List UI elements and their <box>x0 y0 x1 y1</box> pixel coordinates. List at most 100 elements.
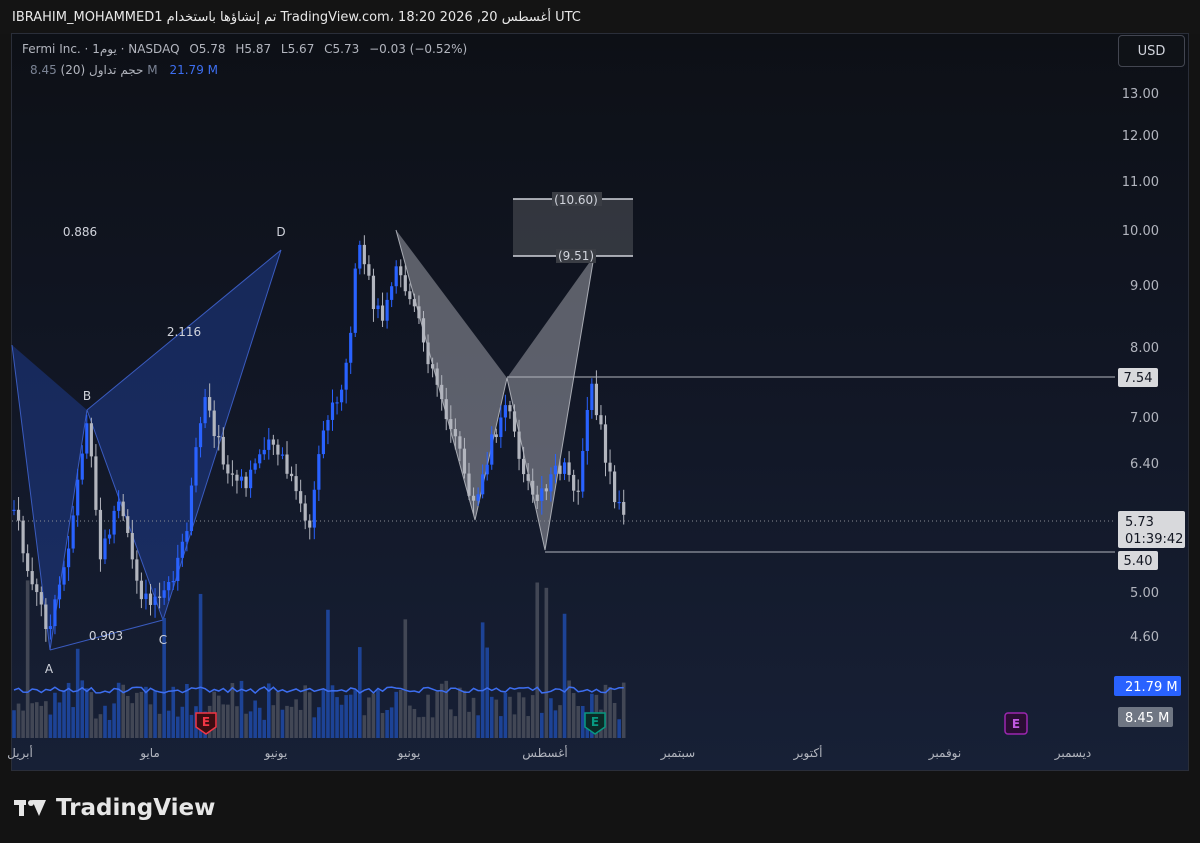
candle-body <box>212 410 216 437</box>
volume-bar <box>312 717 317 738</box>
candle-body <box>67 548 71 568</box>
volume-bar <box>94 718 98 738</box>
candle-body <box>226 464 230 474</box>
volume-indicator-label[interactable]: حجم تداول (20) <box>61 63 144 77</box>
candle-body <box>258 454 262 464</box>
candle-body <box>613 471 617 503</box>
candle-body <box>444 399 448 420</box>
candle-body <box>208 397 212 411</box>
candle-body <box>344 362 348 390</box>
volume-bar <box>285 705 289 738</box>
volume-bar <box>330 685 335 738</box>
volume-bar <box>380 712 385 738</box>
volume-bar <box>480 622 485 738</box>
candle-body <box>622 501 626 515</box>
volume-bar <box>21 710 25 738</box>
candle-body <box>590 383 594 410</box>
volume-bar <box>576 706 580 738</box>
close-value: C5.73 <box>324 42 360 56</box>
candle-body <box>12 509 16 511</box>
candle-body <box>285 454 289 474</box>
volume-bar <box>367 697 371 738</box>
ratio-label-2: 2.116 <box>167 325 201 339</box>
volume-bar <box>39 705 44 738</box>
candle-body <box>185 531 189 542</box>
candle-body <box>617 501 621 504</box>
candle-body <box>603 424 608 463</box>
candle-body <box>321 430 325 455</box>
symbol-legend[interactable]: Fermi Inc. · 1يوم · NASDAQ O5.78 H5.87 L… <box>22 42 467 56</box>
volume-bar <box>408 705 412 738</box>
candle-body <box>135 559 139 581</box>
volume-bar <box>540 712 544 738</box>
chart-canvas[interactable]: A B C D 0.886 2.116 0.903 (10.60) (9.51)… <box>0 0 1200 843</box>
candle-body <box>481 474 485 495</box>
time-label: أكتوبر <box>793 745 823 761</box>
volume-bar <box>148 704 153 738</box>
volume-bar <box>612 702 617 738</box>
candle-body <box>16 509 21 521</box>
candle-body <box>98 509 103 560</box>
volume-bar <box>271 705 276 738</box>
volume-bar <box>253 700 257 738</box>
volume-legend[interactable]: حجم تداول (20) 8.45 M 21.79 M <box>22 63 218 77</box>
tradingview-brand: TradingView <box>14 793 215 823</box>
volume-bar <box>435 691 439 738</box>
candle-body <box>585 409 589 451</box>
candle-body <box>198 423 203 448</box>
price-tick: 12.00 <box>1122 129 1159 144</box>
candle-body <box>362 244 366 265</box>
candle-body <box>71 515 75 549</box>
candle-body <box>139 580 143 600</box>
candle-body <box>526 474 530 481</box>
volume-bar <box>549 698 553 738</box>
xabcd-pattern-gray[interactable] <box>395 229 595 551</box>
volume-bar <box>353 690 358 738</box>
earnings-marker-3[interactable]: E <box>1004 712 1028 735</box>
price-tick: 7.00 <box>1130 411 1159 426</box>
time-axis[interactable]: أبريل مايو يونيو يونيو أغسطس سبتمبر أكتو… <box>7 745 1091 761</box>
candle-body <box>421 318 426 343</box>
candle-body <box>203 397 207 424</box>
symbol-name[interactable]: Fermi Inc. · 1يوم · NASDAQ <box>22 42 180 56</box>
volume-bar <box>580 705 585 738</box>
low-value: L5.67 <box>280 42 315 56</box>
candle-body <box>217 436 221 438</box>
point-label-a: A <box>45 662 54 676</box>
xabcd-pattern-blue[interactable] <box>11 249 282 651</box>
volume-bar <box>558 705 562 738</box>
candle-body <box>435 368 439 385</box>
volume-bar <box>398 689 403 738</box>
candle-body <box>512 411 517 432</box>
volume-bar <box>144 686 148 738</box>
candle-body <box>567 462 571 475</box>
volume-bar <box>16 703 21 738</box>
candle-body <box>30 571 34 585</box>
volume-ma-line <box>13 686 624 694</box>
price-tick: 13.00 <box>1122 87 1159 102</box>
candle-body <box>144 593 148 600</box>
target-box[interactable] <box>513 198 633 257</box>
candle-body <box>48 626 52 630</box>
volume-bar <box>257 707 262 738</box>
candle-body <box>239 476 244 481</box>
candle-body <box>535 494 539 501</box>
candle-body <box>572 474 576 491</box>
open-value: O5.78 <box>189 42 226 56</box>
volume-bar <box>453 716 458 738</box>
candle-body <box>189 485 194 532</box>
volume-bar <box>280 709 285 738</box>
volume-bar <box>444 680 449 738</box>
volume-bar <box>294 699 298 738</box>
volume-bar <box>321 688 326 738</box>
currency-button[interactable]: USD <box>1118 35 1185 67</box>
time-label: مايو <box>139 746 160 761</box>
candle-body <box>431 364 435 369</box>
volume-bar <box>389 707 394 738</box>
point-label-c: C <box>159 633 167 647</box>
volume-bar <box>262 719 267 738</box>
candle-body <box>299 491 303 504</box>
volume-bar <box>103 705 107 738</box>
price-tick: 8.00 <box>1130 341 1159 356</box>
candle-body <box>294 476 298 492</box>
